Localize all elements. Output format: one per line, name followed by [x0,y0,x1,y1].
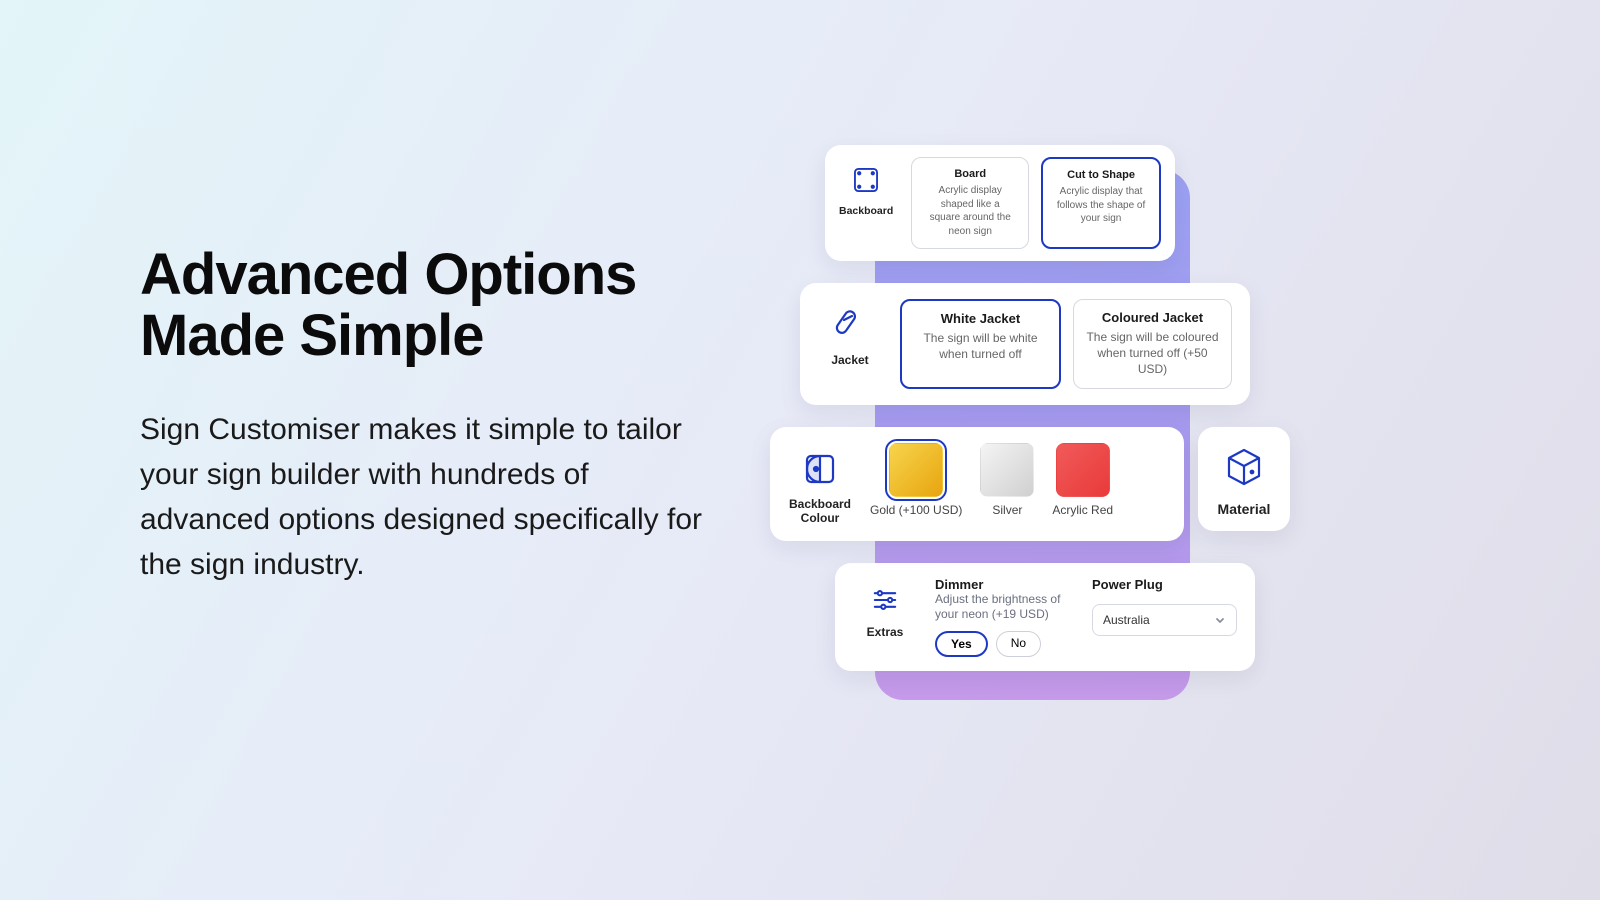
swatch-label: Gold (+100 USD) [870,503,962,517]
extras-icon [868,583,902,617]
option-desc: The sign will be white when turned off [914,330,1047,362]
backboard-label: Backboard [839,205,893,217]
chevron-down-icon [1214,614,1226,626]
option-desc: Acrylic display that follows the shape o… [1055,185,1147,226]
extras-label: Extras [867,625,904,639]
hero-body: Sign Customiser makes it simple to tailo… [140,407,710,587]
dimmer-title: Dimmer [935,577,1068,592]
swatch-label: Silver [992,503,1022,517]
swatch-gold[interactable]: Gold (+100 USD) [870,443,962,517]
extras-card: Extras Dimmer Adjust the brightness of y… [835,563,1255,671]
backboard-card: Backboard Board Acrylic display shaped l… [825,145,1175,261]
option-title: White Jacket [914,311,1047,326]
jacket-label: Jacket [831,353,868,367]
swatch-label: Acrylic Red [1052,503,1113,517]
jacket-option-coloured[interactable]: Coloured Jacket The sign will be coloure… [1073,299,1232,389]
power-plug-title: Power Plug [1092,577,1237,592]
dimmer-no-button[interactable]: No [996,631,1041,657]
swatch-silver[interactable]: Silver [980,443,1034,517]
material-card[interactable]: Material [1198,427,1290,531]
backboard-option-board[interactable]: Board Acrylic display shaped like a squa… [911,157,1029,249]
jacket-option-white[interactable]: White Jacket The sign will be white when… [900,299,1061,389]
backboard-colour-label: BackboardColour [789,497,851,525]
option-title: Coloured Jacket [1086,310,1219,325]
hero-title-line2: Made Simple [140,303,484,368]
hero-title-line1: Advanced Options [140,242,636,307]
backboard-icon [849,163,883,197]
backboard-colour-icon [800,449,840,489]
swatch-silver-color [980,443,1034,497]
option-title: Board [924,168,1016,180]
dimmer-yes-button[interactable]: Yes [935,631,988,657]
swatch-acrylic-red[interactable]: Acrylic Red [1052,443,1113,517]
jacket-icon [830,305,870,345]
swatch-acrylic-red-color [1056,443,1110,497]
material-label: Material [1218,501,1271,517]
backboard-colour-card: BackboardColour Gold (+100 USD) Silver A… [770,427,1184,541]
hero-title: Advanced Options Made Simple [140,245,710,367]
swatch-gold-color [889,443,943,497]
power-plug-select[interactable]: Australia [1092,604,1237,636]
backboard-option-cut-to-shape[interactable]: Cut to Shape Acrylic display that follow… [1041,157,1161,249]
dimmer-desc: Adjust the brightness of your neon (+19 … [935,592,1068,623]
power-plug-value: Australia [1103,613,1150,627]
material-icon [1222,445,1266,489]
option-title: Cut to Shape [1055,169,1147,181]
option-desc: The sign will be coloured when turned of… [1086,329,1219,378]
option-desc: Acrylic display shaped like a square aro… [924,184,1016,238]
jacket-card: Jacket White Jacket The sign will be whi… [800,283,1250,405]
